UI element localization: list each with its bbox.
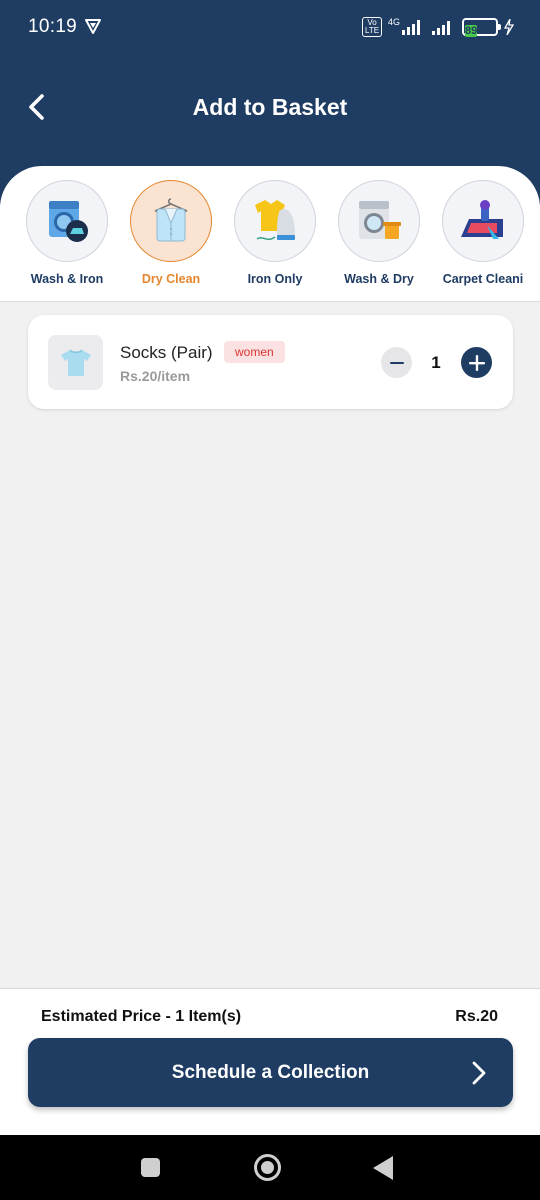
chevron-right-icon [472,1061,486,1085]
category-list: Wash & Iron Dry Clean Iron Only Wash & D… [26,180,524,286]
vpn-shield-icon [85,19,101,34]
category-label: Carpet Cleani [442,272,524,286]
category-circle[interactable] [442,180,524,262]
network-type: 4G [387,17,400,27]
category-wash-dry[interactable]: Wash & Dry [338,180,420,286]
category-circle[interactable] [26,180,108,262]
recents-icon[interactable] [141,1158,160,1177]
category-circle[interactable] [130,180,212,262]
category-dry-clean[interactable]: Dry Clean [130,180,212,286]
decrease-quantity-button[interactable] [381,347,412,378]
category-label: Wash & Dry [344,272,414,286]
category-label: Dry Clean [141,272,201,286]
checkout-bar: Estimated Price - 1 Item(s) Rs.20 Schedu… [0,988,540,1135]
schedule-collection-label: Schedule a Collection [171,1062,370,1083]
charging-bolt-icon [504,19,514,35]
dry-clean-coat-icon [154,198,188,242]
category-iron-only[interactable]: Iron Only [234,180,316,286]
status-bar: 10:19 Vo LTE 4G 89 [0,0,540,54]
category-circle[interactable] [234,180,316,262]
item-price: Rs.20/item [120,368,191,384]
carpet-cleaning-icon [461,200,503,239]
schedule-collection-button[interactable]: Schedule a Collection [28,1038,513,1107]
wash-dry-machine-icon [359,201,401,239]
increase-quantity-button[interactable] [461,347,492,378]
item-name: Socks (Pair) [120,343,213,362]
minus-icon [389,361,404,364]
status-icons: Vo LTE 4G 89 [361,16,514,38]
system-nav-bar [0,1135,540,1200]
plus-icon [468,354,485,371]
signal-icon-2 [432,19,450,35]
volte-icon: Vo LTE [361,17,382,37]
item-category-tag: women [224,341,285,363]
category-circle[interactable] [338,180,420,262]
category-carpet-cleaning[interactable]: Carpet Cleani [442,180,524,286]
estimated-total: Rs.20 [455,1008,498,1025]
washing-machine-iron-icon [49,201,88,242]
item-thumbnail [48,335,103,390]
iron-shirt-icon [255,200,295,241]
signal-icon [402,19,420,35]
category-panel: Wash & Iron Dry Clean Iron Only Wash & D… [0,166,540,302]
back-triangle-icon[interactable] [373,1156,393,1180]
category-label: Iron Only [247,272,303,286]
item-quantity: 1 [431,353,441,372]
category-label: Wash & Iron [30,272,104,286]
basket-item-card: Socks (Pair) women Rs.20/item 1 [28,315,513,409]
status-time: 10:19 [28,16,78,37]
page-title: Add to Basket [192,94,348,120]
battery-icon: 89 [462,18,501,37]
tshirt-icon [60,348,91,376]
battery-level: 89 [465,25,478,37]
category-wash-iron[interactable]: Wash & Iron [26,180,108,286]
estimated-price-label: Estimated Price - 1 Item(s) [41,1008,242,1025]
home-icon[interactable] [254,1154,281,1181]
